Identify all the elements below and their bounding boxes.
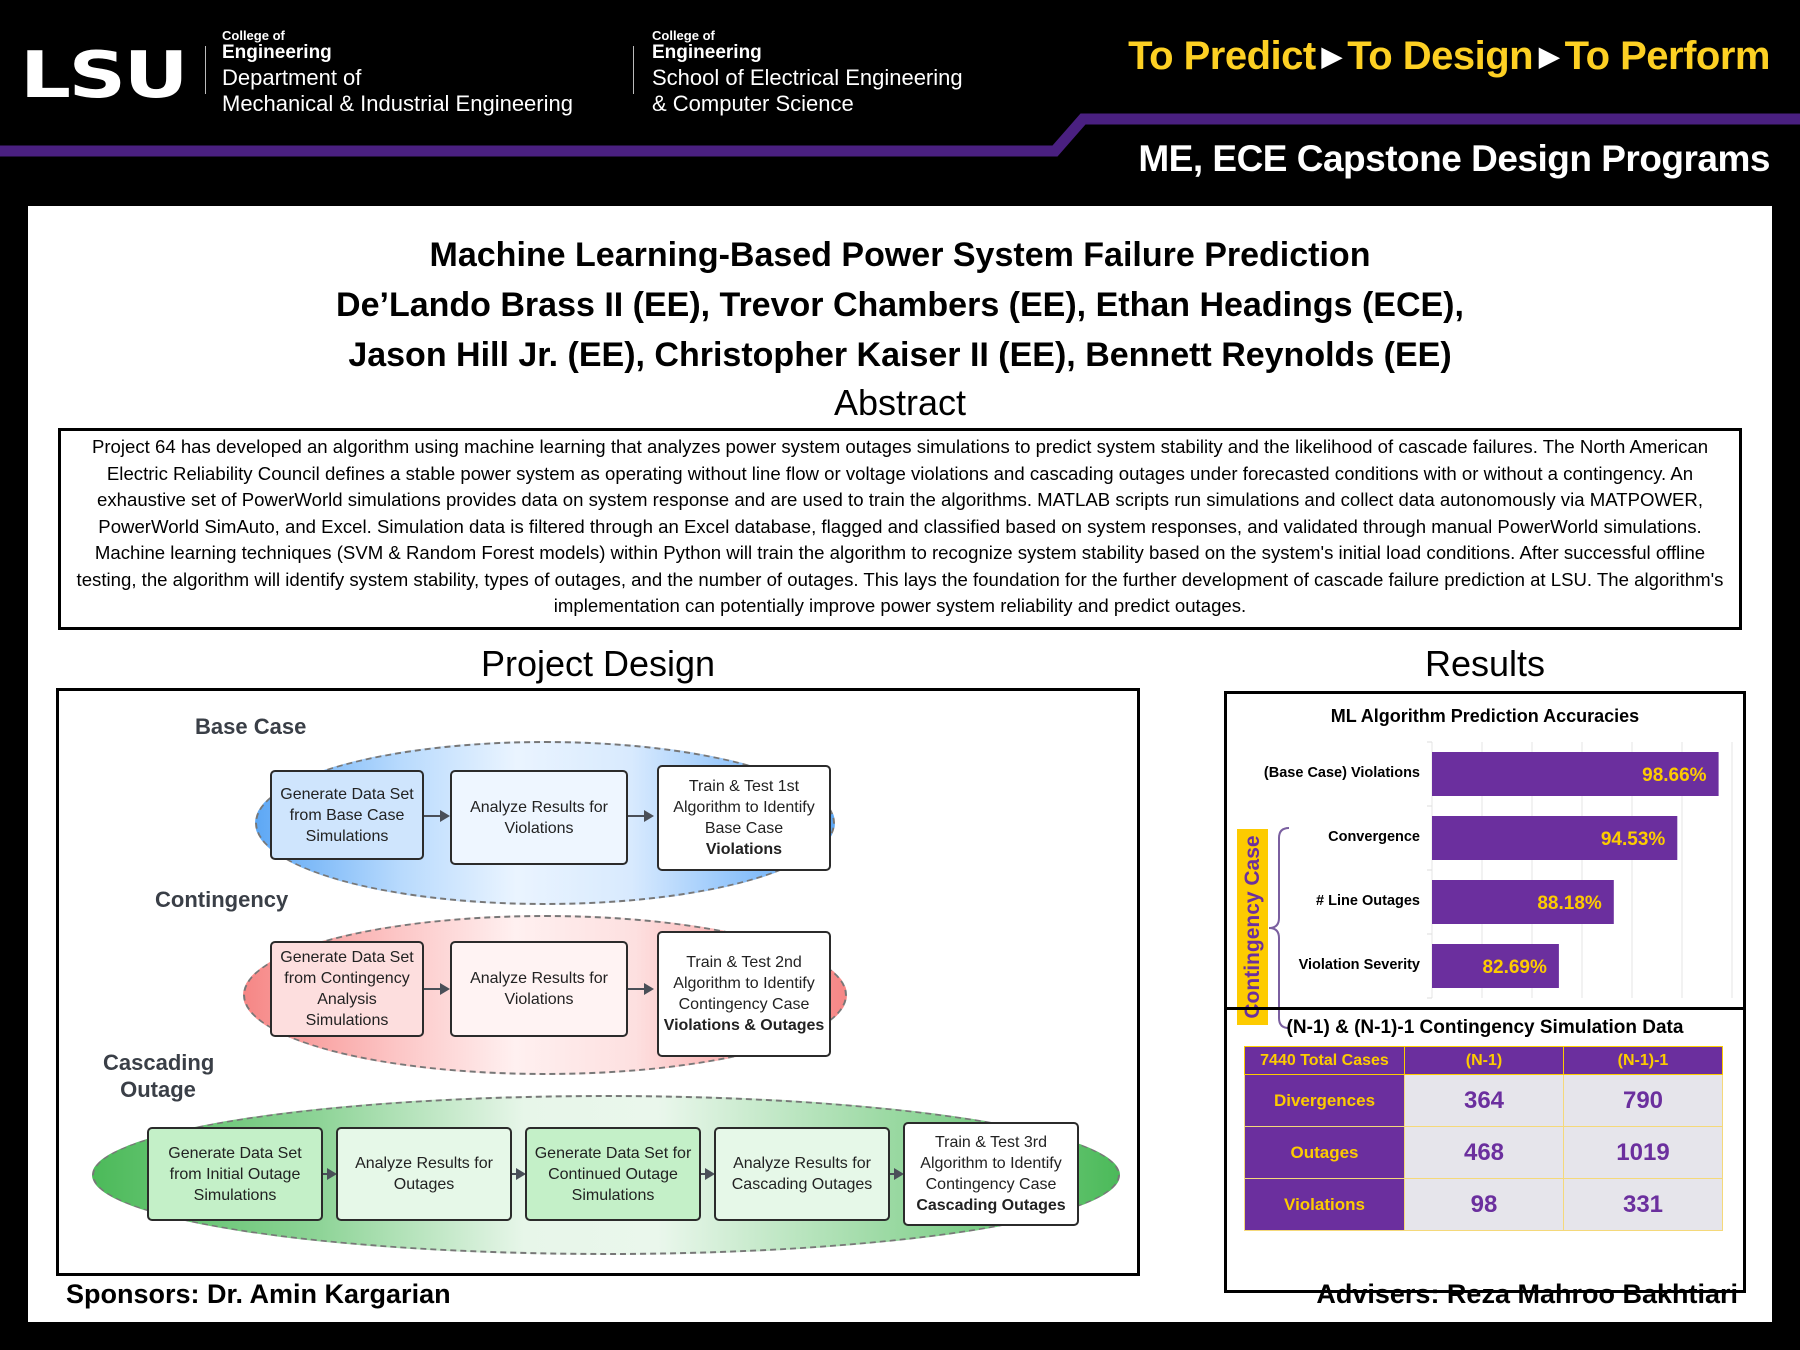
- arrow-right-icon: [424, 983, 450, 995]
- lane-label-cascading-outage: Cascading Outage: [103, 1050, 215, 1102]
- sponsors: Sponsors: Dr. Amin Kargarian: [66, 1279, 451, 1309]
- contingency-bracket-icon: [1268, 827, 1290, 1029]
- engineering-label: Engineering: [652, 42, 762, 63]
- college-label: College of: [652, 28, 715, 43]
- play-arrow-icon: ▶: [1539, 41, 1559, 71]
- step-generate-base-data: Generate Data Set from Base Case Simulat…: [270, 770, 424, 860]
- step-generate-initial-outage-data: Generate Data Set from Initial Outage Si…: [147, 1127, 323, 1221]
- arrow-right-icon: [628, 983, 654, 995]
- dept-mie: College of Engineering Department of Mec…: [222, 29, 573, 117]
- poster-body: Machine Learning-Based Power System Fail…: [28, 206, 1772, 1322]
- tagline: To Predict ▶ To Design ▶ To Perform: [1128, 34, 1770, 79]
- arrow-right-icon: [512, 1168, 526, 1180]
- tagline-predict: To Predict: [1128, 34, 1316, 78]
- results-heading: Results: [1424, 643, 1546, 684]
- dept-name-line1: Department of: [222, 65, 362, 90]
- poster-header: LSU College of Engineering Department of…: [0, 0, 1800, 205]
- data-label: 82.69%: [1482, 957, 1547, 978]
- project-design-heading: Project Design: [480, 643, 716, 684]
- table-row: Outages 468 1019: [1244, 1126, 1723, 1179]
- data-label: 94.53%: [1601, 829, 1666, 850]
- lane-label-base-case: Base Case: [195, 714, 307, 739]
- step-train-algorithm-1: Train & Test 1st Algorithm to Identify B…: [657, 765, 831, 871]
- step-generate-contingency-data: Generate Data Set from Contingency Analy…: [270, 941, 424, 1037]
- engineering-label: Engineering: [222, 42, 332, 63]
- abstract-heading: Abstract: [833, 382, 967, 423]
- step-analyze-outages: Analyze Results for Outages: [336, 1127, 512, 1221]
- lane-label-contingency: Contingency: [155, 887, 289, 912]
- category-label: # Line Outages: [1316, 893, 1420, 909]
- college-label: College of: [222, 28, 285, 43]
- cell-n1: 98: [1404, 1178, 1564, 1231]
- tagline-design: To Design: [1347, 34, 1534, 78]
- step-analyze-cascading-outages: Analyze Results for Cascading Outages: [714, 1127, 890, 1221]
- cell-n1: 364: [1404, 1074, 1564, 1127]
- tagline-perform: To Perform: [1564, 34, 1771, 78]
- row-label: Violations: [1244, 1178, 1405, 1231]
- arrow-right-icon: [424, 810, 450, 822]
- dept-name-line1: School of Electrical Engineering: [652, 65, 963, 90]
- arrow-right-icon: [701, 1168, 715, 1180]
- table-row: Divergences 364 790: [1244, 1074, 1723, 1127]
- row-label: Outages: [1244, 1126, 1405, 1179]
- title-block: Machine Learning-Based Power System Fail…: [28, 230, 1772, 380]
- row-label: Divergences: [1244, 1074, 1405, 1127]
- step-train-algorithm-3: Train & Test 3rd Algorithm to Identify C…: [903, 1122, 1079, 1226]
- step-analyze-violations: Analyze Results for Violations: [450, 770, 628, 865]
- abstract-box: Project 64 has developed an algorithm us…: [58, 428, 1742, 630]
- table-title: (N-1) & (N-1)-1 Contingency Simulation D…: [1286, 1017, 1684, 1038]
- play-arrow-icon: ▶: [1321, 41, 1342, 71]
- header-total-cases: 7440 Total Cases: [1244, 1046, 1405, 1075]
- cell-n1: 468: [1404, 1126, 1564, 1179]
- header-n11: (N-1)-1: [1563, 1046, 1723, 1075]
- data-label: 88.18%: [1537, 893, 1602, 914]
- step-train-algorithm-2: Train & Test 2nd Algorithm to Identify C…: [657, 931, 831, 1057]
- results-panel: ML Algorithm Prediction Accuracies 98.66…: [1224, 691, 1746, 1293]
- table-row: Violations 98 331: [1244, 1178, 1723, 1231]
- advisers: Advisers: Reza Mahroo Bakhtiari: [1316, 1279, 1738, 1309]
- programs-title: ME, ECE Capstone Design Programs: [1138, 138, 1770, 179]
- abstract-text: Project 64 has developed an algorithm us…: [76, 436, 1724, 616]
- arrow-right-icon: [323, 1168, 337, 1180]
- dept-eecs: College of Engineering School of Electri…: [652, 29, 963, 117]
- project-title: Machine Learning-Based Power System Fail…: [429, 236, 1371, 274]
- authors-line-2: Jason Hill Jr. (EE), Christopher Kaiser …: [348, 336, 1452, 374]
- dept-name-line2: Mechanical & Industrial Engineering: [222, 91, 573, 116]
- panel-divider: [1227, 1007, 1743, 1010]
- arrow-right-icon: [628, 810, 654, 822]
- project-design-diagram: Base Case Generate Data Set from Base Ca…: [56, 688, 1140, 1276]
- category-label: (Base Case) Violations: [1263, 765, 1420, 781]
- category-label: Convergence: [1328, 829, 1420, 845]
- logo-divider: [205, 46, 206, 94]
- cell-n11: 331: [1563, 1178, 1723, 1231]
- step-generate-continued-outage-data: Generate Data Set for Continued Outage S…: [525, 1127, 701, 1221]
- category-label: Violation Severity: [1298, 957, 1420, 973]
- data-label: 98.66%: [1642, 765, 1707, 786]
- contingency-case-label: Contingency Case: [1237, 829, 1268, 1025]
- lsu-logo: LSU: [20, 39, 189, 113]
- arrow-right-icon: [890, 1168, 904, 1180]
- dept-divider: [633, 46, 634, 94]
- cell-n11: 790: [1563, 1074, 1723, 1127]
- dept-name-line2: & Computer Science: [652, 91, 854, 116]
- authors-line-1: De’Lando Brass II (EE), Trevor Chambers …: [336, 286, 1464, 324]
- cell-n11: 1019: [1563, 1126, 1723, 1179]
- header-n1: (N-1): [1404, 1046, 1564, 1075]
- contingency-simulation-table: 7440 Total Cases (N-1) (N-1)-1 Divergenc…: [1244, 1046, 1723, 1231]
- table-header-row: 7440 Total Cases (N-1) (N-1)-1: [1244, 1046, 1723, 1075]
- step-analyze-violations: Analyze Results for Violations: [450, 941, 628, 1037]
